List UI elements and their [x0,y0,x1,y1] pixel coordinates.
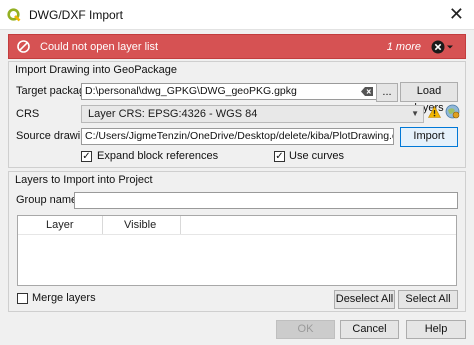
import-group-title: Import Drawing into GeoPackage [15,64,178,76]
source-drawing-field[interactable]: C:/Users/JigmeTenzin/OneDrive/Desktop/de… [81,128,394,145]
target-package-field[interactable]: D:\personal\dwg_GPKG\DWG_geoPKG.gpkg [81,83,378,100]
import-button[interactable]: Import [400,127,458,147]
target-package-label: Target package [16,85,92,97]
title-bar: DWG/DXF Import ✕ [0,0,474,30]
window-close-icon[interactable]: ✕ [449,4,464,24]
group-name-label: Group name [16,194,78,206]
message-close-button[interactable] [431,39,455,55]
expand-block-references-checkbox[interactable]: ✓ [81,151,92,162]
column-divider [102,216,103,234]
layers-group-title: Layers to Import into Project [15,174,153,186]
merge-layers-checkbox[interactable] [17,293,28,304]
ok-button[interactable]: OK [276,320,335,339]
no-entry-icon [17,40,30,53]
chevron-down-icon [447,45,453,49]
more-messages-link[interactable]: 1 more [387,41,421,53]
crs-value: Layer CRS: EPSG:4326 - WGS 84 [88,108,258,120]
cancel-button[interactable]: Cancel [340,320,399,339]
use-curves-checkbox[interactable]: ✓ [274,151,285,162]
header-divider [18,234,456,235]
warning-icon [428,106,441,118]
column-divider [180,216,181,234]
error-message-text: Could not open layer list [40,40,159,53]
layers-table[interactable]: Layer Visible [17,215,457,286]
clear-field-icon[interactable] [361,87,373,96]
merge-layers-label: Merge layers [32,292,96,304]
crs-globe-icon[interactable] [445,104,460,119]
help-button[interactable]: Help [406,320,466,339]
window-title: DWG/DXF Import [29,7,124,22]
source-drawing-value: C:/Users/JigmeTenzin/OneDrive/Desktop/de… [85,130,394,142]
group-name-field[interactable] [74,192,458,209]
use-curves-label: Use curves [289,150,345,162]
error-message-bar: Could not open layer list 1 more [8,34,466,59]
select-all-button[interactable]: Select All [398,290,458,309]
expand-block-references-label: Expand block references [97,150,219,162]
chevron-down-icon: ▼ [411,109,419,118]
load-layers-button[interactable]: Load layers [400,82,458,114]
target-package-value: D:\personal\dwg_GPKG\DWG_geoPKG.gpkg [85,85,297,97]
crs-label: CRS [16,108,40,120]
crs-selector[interactable]: Layer CRS: EPSG:4326 - WGS 84 ▼ [81,105,424,123]
browse-button[interactable]: ... [376,83,398,102]
qgis-logo-icon [7,7,21,21]
close-circle-icon [431,40,445,54]
column-header-visible[interactable]: Visible [124,219,156,231]
import-group: Import Drawing into GeoPackage Target pa… [8,61,466,168]
column-header-layer[interactable]: Layer [46,219,74,231]
deselect-all-button[interactable]: Deselect All [334,290,395,309]
